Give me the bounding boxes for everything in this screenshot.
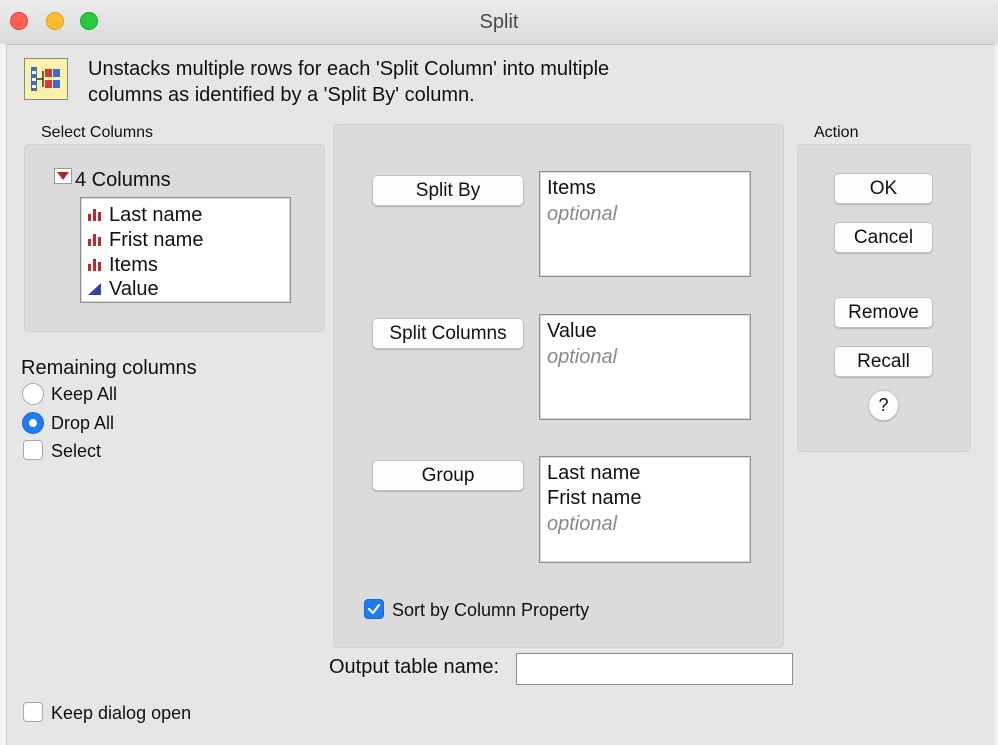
help-button[interactable]: ? [868, 390, 899, 421]
keep-all-radio[interactable] [22, 383, 44, 405]
list-item[interactable]: Items [109, 254, 158, 277]
cancel-button[interactable]: Cancel [834, 222, 933, 253]
nominal-bar-icon [87, 232, 102, 247]
split-columns-button[interactable]: Split Columns [372, 318, 524, 349]
nominal-bar-icon [87, 207, 102, 222]
recall-button[interactable]: Recall [834, 346, 933, 377]
background-window-edge [0, 44, 7, 745]
group-value[interactable]: Last name [547, 462, 640, 485]
split-by-button[interactable]: Split By [372, 175, 524, 206]
sort-by-column-property-checkbox[interactable] [364, 599, 384, 619]
remaining-columns-label: Remaining columns [21, 357, 197, 379]
group-placeholder: optional [547, 513, 618, 535]
drop-all-label: Drop All [51, 413, 115, 433]
select-columns-label: Select Columns [41, 124, 154, 141]
split-by-value[interactable]: Items [547, 177, 596, 200]
keep-dialog-open-checkbox[interactable] [23, 702, 43, 722]
drop-all-radio[interactable] [22, 412, 44, 434]
select-checkbox[interactable] [23, 440, 43, 460]
background-window-edge-right [994, 44, 998, 745]
group-value[interactable]: Frist name [547, 487, 641, 510]
sort-by-column-property-label: Sort by Column Property [392, 600, 590, 620]
remove-button[interactable]: Remove [834, 297, 933, 328]
group-list[interactable]: Last name Frist name optional [539, 456, 751, 563]
split-columns-value[interactable]: Value [547, 320, 597, 343]
keep-dialog-open-label: Keep dialog open [51, 703, 192, 723]
split-columns-list[interactable]: Value optional [539, 314, 751, 420]
column-list[interactable]: Last name Frist name Items Value [80, 197, 291, 303]
checkmark-icon [367, 603, 381, 615]
list-item[interactable]: Frist name [109, 229, 203, 252]
ok-button[interactable]: OK [834, 173, 933, 204]
window-title: Split [479, 11, 519, 33]
select-label: Select [51, 441, 102, 461]
description-line-2: columns as identified by a 'Split By' co… [88, 84, 475, 106]
continuous-triangle-icon [87, 281, 102, 296]
keep-all-label: Keep All [51, 384, 118, 404]
split-platform-icon [24, 58, 68, 100]
list-item[interactable]: Value [109, 278, 159, 301]
action-label: Action [814, 124, 859, 141]
disclosure-triangle-icon[interactable] [54, 168, 72, 184]
split-by-placeholder: optional [547, 203, 618, 225]
output-table-name-label: Output table name: [329, 656, 500, 678]
list-item[interactable]: Last name [109, 204, 202, 227]
split-by-list[interactable]: Items optional [539, 171, 751, 277]
columns-count-label: 4 Columns [75, 169, 171, 191]
output-table-name-input[interactable] [516, 653, 793, 685]
group-button[interactable]: Group [372, 460, 524, 491]
split-columns-placeholder: optional [547, 346, 618, 368]
nominal-bar-icon [87, 257, 102, 272]
description-line-1: Unstacks multiple rows for each 'Split C… [88, 58, 610, 80]
